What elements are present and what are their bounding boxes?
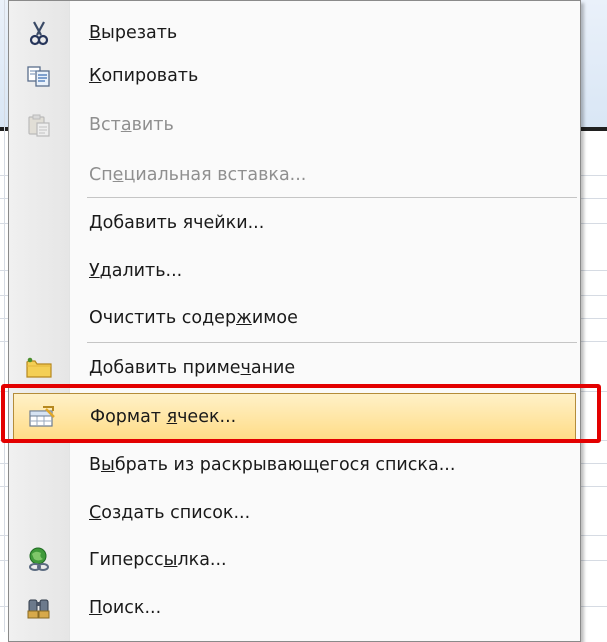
menu-item-label: Добавить ячейки...	[89, 213, 265, 233]
context-menu: Вырезать Копировать Вставить Специальная…	[8, 0, 581, 642]
scissors-icon	[9, 9, 69, 57]
search-icon	[9, 584, 69, 632]
menu-icon-slot	[9, 247, 69, 295]
menu-item-label: Добавить примечание	[89, 358, 296, 378]
menu-item-clear-contents[interactable]: Очистить содержимое	[9, 294, 580, 342]
menu-item-insert-comment[interactable]: Добавить примечание	[9, 344, 580, 392]
menu-item-label: Специальная вставка...	[89, 165, 307, 185]
menu-icon-slot	[9, 441, 69, 489]
menu-item-label: Гиперссылка...	[89, 550, 227, 570]
menu-item-cut[interactable]: Вырезать	[9, 9, 580, 57]
menu-icon-slot	[9, 151, 69, 199]
menu-item-label: Очистить содержимое	[89, 308, 298, 328]
menu-item-label: Копировать	[89, 66, 199, 86]
copy-icon	[9, 52, 69, 100]
menu-item-insert-cells[interactable]: Добавить ячейки...	[9, 199, 580, 247]
menu-icon-slot	[9, 489, 69, 537]
menu-icon-slot	[9, 294, 69, 342]
comment-icon	[9, 344, 69, 392]
menu-item-hyperlink[interactable]: Гиперссылка...	[9, 536, 580, 584]
menu-item-copy[interactable]: Копировать	[9, 52, 580, 100]
menu-item-create-list[interactable]: Создать список...	[9, 489, 580, 537]
menu-separator	[87, 342, 577, 343]
hyperlink-icon	[9, 536, 69, 584]
paste-icon	[9, 101, 69, 149]
menu-icon-slot	[9, 199, 69, 247]
grid-col-line	[4, 0, 5, 632]
menu-item-pick-from-list[interactable]: Выбрать из раскрывающегося списка...	[9, 441, 580, 489]
menu-item-label: Формат ячеек...	[90, 407, 237, 427]
menu-item-label: Вставить	[89, 115, 174, 135]
menu-item-delete[interactable]: Удалить...	[9, 247, 580, 295]
menu-item-label: Вырезать	[89, 23, 178, 43]
menu-item-label: Удалить...	[89, 261, 183, 281]
menu-separator	[87, 197, 577, 198]
format-cells-icon	[14, 393, 70, 441]
menu-item-label: Создать список...	[89, 503, 251, 523]
menu-item-search[interactable]: Поиск...	[9, 584, 580, 632]
menu-item-label: Поиск...	[89, 598, 162, 618]
menu-item-label: Выбрать из раскрывающегося списка...	[89, 455, 456, 475]
menu-item-paste-special[interactable]: Специальная вставка...	[9, 151, 580, 199]
menu-item-paste[interactable]: Вставить	[9, 101, 580, 149]
menu-item-format-cells[interactable]: Формат ячеек...	[13, 393, 576, 441]
